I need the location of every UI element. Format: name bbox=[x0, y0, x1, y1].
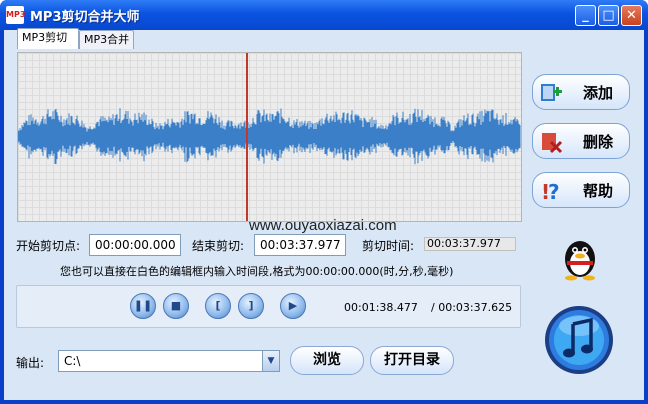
play-selection-button[interactable]: ▶ bbox=[280, 293, 306, 319]
app-window: MP3 MP3剪切合并大师 _ □ ✕ MP3剪切 MP3剪切 MP3合并 ww… bbox=[0, 0, 648, 404]
title-bar[interactable]: MP3 MP3剪切合并大师 _ □ ✕ bbox=[0, 0, 648, 30]
mark-end-button[interactable]: ] bbox=[238, 293, 264, 319]
waveform-editor[interactable]: www.ouyaoxiazai.com bbox=[17, 52, 522, 234]
total-time: / 00:03:37.625 bbox=[431, 301, 513, 314]
minimize-button[interactable]: _ bbox=[575, 5, 596, 26]
start-point-input[interactable] bbox=[89, 234, 181, 256]
chevron-down-icon[interactable]: ▼ bbox=[262, 351, 279, 371]
player-panel: ❚❚ ■ [ ] ▶ 00:01:38.477 / 00:03:37.625 bbox=[16, 285, 521, 328]
browse-button[interactable]: 浏览 bbox=[290, 346, 364, 375]
delete-button[interactable]: 删除 bbox=[532, 123, 630, 159]
waveform-path bbox=[18, 108, 521, 165]
svg-text:?: ? bbox=[548, 180, 560, 203]
add-button-label: 添加 bbox=[583, 84, 614, 102]
music-note-icon bbox=[545, 306, 613, 374]
playhead-cursor[interactable] bbox=[246, 53, 248, 221]
cut-duration-value: 00:03:37.977 bbox=[424, 237, 516, 251]
output-path-select[interactable]: C:\ ▼ bbox=[58, 350, 280, 372]
help-button-label: 帮助 bbox=[583, 182, 614, 200]
stop-button[interactable]: ■ bbox=[163, 293, 189, 319]
maximize-button[interactable]: □ bbox=[598, 5, 619, 26]
tab-mp3-cut-active[interactable]: MP3剪切 bbox=[17, 28, 79, 49]
tab-label: MP3合并 bbox=[84, 33, 130, 46]
client-area: MP3剪切 MP3剪切 MP3合并 www.ouyaoxiazai.com 添加 bbox=[4, 28, 644, 400]
waveform bbox=[18, 108, 521, 165]
mark-start-button[interactable]: [ bbox=[205, 293, 231, 319]
qq-penguin-icon[interactable] bbox=[558, 235, 602, 281]
window-title: MP3剪切合并大师 bbox=[30, 10, 140, 25]
pause-button[interactable]: ❚❚ bbox=[130, 293, 156, 319]
app-icon: MP3 bbox=[6, 6, 25, 24]
close-button[interactable]: ✕ bbox=[621, 5, 642, 26]
start-point-label: 开始剪切点: bbox=[16, 239, 81, 253]
open-directory-button[interactable]: 打开目录 bbox=[370, 346, 454, 375]
add-file-icon bbox=[541, 84, 562, 101]
format-hint: 您也可以直接在白色的编辑框内输入时间段,格式为00:00:00.000(时,分,… bbox=[60, 265, 454, 278]
end-point-label: 结束剪切: bbox=[192, 239, 245, 253]
tab-mp3-merge[interactable]: MP3合并 bbox=[79, 30, 135, 49]
end-point-input[interactable] bbox=[254, 234, 346, 256]
add-button[interactable]: 添加 bbox=[532, 74, 630, 110]
help-icon: ! ? bbox=[541, 180, 560, 203]
delete-button-label: 删除 bbox=[583, 133, 614, 151]
cut-duration-label: 剪切时间: bbox=[362, 239, 415, 253]
watermark: www.ouyaoxiazai.com bbox=[249, 217, 397, 234]
output-label: 输出: bbox=[16, 356, 45, 370]
output-path-value: C:\ bbox=[64, 354, 81, 368]
help-button[interactable]: ! ? 帮助 bbox=[532, 172, 630, 208]
delete-icon bbox=[542, 133, 563, 154]
tab-label-active: MP3剪切 bbox=[22, 31, 68, 44]
current-time: 00:01:38.477 bbox=[344, 301, 418, 314]
